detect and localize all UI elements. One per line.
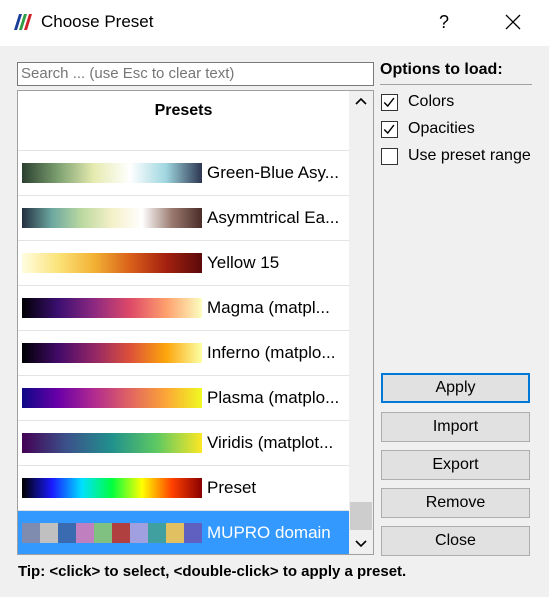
preset-colormap-swatch (22, 298, 202, 318)
preset-row[interactable]: MUPRO domain (18, 511, 349, 554)
help-button[interactable]: ? (428, 6, 460, 38)
preset-colormap-swatch (22, 208, 202, 228)
options-divider (380, 84, 532, 85)
window-title: Choose Preset (41, 12, 154, 31)
colors-label: Colors (408, 93, 455, 110)
use-preset-range-label: Use preset range (408, 147, 531, 164)
use-preset-range-checkbox[interactable] (381, 148, 398, 165)
presets-column-header: Presets (18, 91, 349, 131)
preset-row[interactable]: Inferno (matplo... (18, 331, 349, 376)
preset-name: Magma (matpl... (207, 298, 330, 317)
presets-list[interactable]: Presets Muted Blue-Gre...Green-Blue Asy.… (17, 90, 374, 555)
opacities-checkbox[interactable] (381, 121, 398, 138)
title-bar: Choose Preset ? (0, 0, 549, 46)
preset-colormap-swatch (22, 343, 202, 363)
preset-name: Asymmtrical Ea... (207, 208, 340, 227)
preset-row[interactable]: Magma (matpl... (18, 286, 349, 331)
import-button[interactable]: Import (381, 412, 530, 442)
presets-scrollbar[interactable] (349, 91, 373, 554)
colors-checkbox[interactable] (381, 94, 398, 111)
scroll-down-arrow-icon[interactable] (349, 532, 373, 554)
preset-name: Viridis (matplot... (207, 433, 334, 452)
preset-name: Yellow 15 (207, 253, 280, 272)
preset-colormap-swatch (22, 253, 202, 273)
preset-name: Inferno (matplo... (207, 343, 336, 362)
checkmark-icon (383, 124, 395, 135)
paraview-app-icon (14, 14, 32, 30)
preset-colormap-swatch (22, 388, 202, 408)
tip-text: Tip: <click> to select, <double-click> t… (18, 563, 407, 580)
preset-row[interactable]: Yellow 15 (18, 241, 349, 286)
preset-row[interactable]: Preset (18, 466, 349, 511)
options-to-load-label: Options to load: (380, 61, 503, 78)
export-button[interactable]: Export (381, 450, 530, 480)
preset-name: MUPRO domain (207, 523, 331, 542)
remove-button[interactable]: Remove (381, 488, 530, 518)
scrollbar-thumb[interactable] (350, 502, 372, 530)
preset-colormap-swatch (22, 523, 202, 543)
close-icon[interactable] (497, 6, 529, 38)
presets-viewport: Presets Muted Blue-Gre...Green-Blue Asy.… (18, 91, 349, 554)
preset-colormap-swatch (22, 478, 202, 498)
search-input[interactable]: Search ... (use Esc to clear text) (17, 62, 374, 86)
scroll-up-arrow-icon[interactable] (349, 91, 373, 113)
opacities-label: Opacities (408, 120, 475, 137)
preset-row[interactable]: Plasma (matplo... (18, 376, 349, 421)
preset-name: Green-Blue Asy... (207, 163, 339, 182)
preset-row[interactable]: Viridis (matplot... (18, 421, 349, 466)
preset-name: Preset (207, 478, 257, 497)
checkmark-icon (383, 97, 395, 108)
apply-button[interactable]: Apply (381, 373, 530, 403)
preset-row[interactable]: Asymmtrical Ea... (18, 196, 349, 241)
preset-name: Plasma (matplo... (207, 388, 340, 407)
preset-colormap-swatch (22, 163, 202, 183)
close-button[interactable]: Close (381, 526, 530, 556)
preset-row[interactable]: Green-Blue Asy... (18, 151, 349, 196)
preset-colormap-swatch (22, 433, 202, 453)
